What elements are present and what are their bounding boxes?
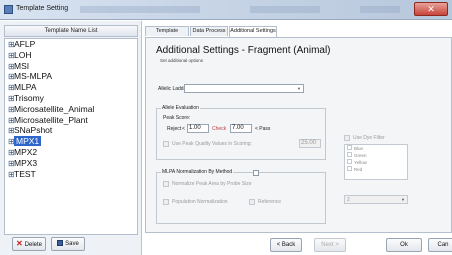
use-quality-checkbox[interactable] [163, 141, 169, 147]
reference-checkbox[interactable] [249, 199, 255, 205]
additional-settings-panel: Additional Settings - Fragment (Animal) … [145, 37, 452, 233]
reject-less-than: < [182, 126, 185, 132]
normalize-area-checkbox[interactable] [163, 181, 169, 187]
dye-filter-label: Use Dye Filter [353, 135, 385, 141]
page-title: Additional Settings - Fragment (Animal) [156, 45, 331, 56]
allele-evaluation-title: Allele Evaluation [161, 105, 200, 111]
tab-additional-settings[interactable]: Additional Settings [229, 26, 277, 37]
delete-button[interactable]: ✕ Delete [12, 237, 46, 251]
peak-score-label: Peak Score: [163, 115, 191, 121]
template-list-item[interactable]: ⊞Trisomy [5, 93, 137, 104]
save-button[interactable]: Save [51, 237, 85, 251]
template-label: LOH [14, 49, 32, 60]
window-title: Template Setting [16, 5, 69, 12]
mlpa-normalization-group: MLPA Normalization By Method Normalize P… [156, 169, 326, 224]
app-icon [4, 5, 13, 14]
back-button[interactable]: < Back [270, 238, 302, 252]
delete-x-icon: ✕ [15, 239, 23, 248]
tab-data-process[interactable]: Data Process [190, 26, 228, 36]
template-list-item[interactable]: ⊞LOH [5, 50, 137, 61]
left-button-bar: ✕ Delete Save [4, 237, 138, 253]
template-label: MLPA [14, 82, 37, 93]
template-list-item[interactable]: ⊞MPX2 [5, 147, 137, 158]
template-label: MPX2 [14, 146, 38, 157]
template-label: AFLP [14, 39, 36, 49]
chevron-down-icon: ▼ [401, 197, 405, 202]
template-list-item[interactable]: ⊞MPX3 [5, 158, 137, 169]
mlpa-normalization-title: MLPA Normalization By Method [161, 169, 234, 175]
template-list-item[interactable]: ⊞TEST [5, 169, 137, 180]
reject-score-input[interactable]: 1.00 [187, 124, 209, 133]
close-window-button[interactable]: ✕ [414, 2, 448, 16]
population-normalization-checkbox[interactable] [163, 199, 169, 205]
dye-list-item[interactable]: Green [345, 152, 407, 159]
dye-list-item[interactable]: Blue [345, 145, 407, 152]
save-button-label: Save [65, 241, 79, 247]
title-bar-blur [80, 6, 200, 13]
template-list-item[interactable]: ⊞Microsatellite_Animal [5, 104, 137, 115]
check-label: Check [212, 126, 227, 132]
page-subtitle: Set additional options [160, 58, 204, 63]
population-normalization-label: Population Normalization [172, 199, 228, 205]
next-button[interactable]: Next > [314, 238, 346, 252]
template-list-item[interactable]: ⊞AFLP [5, 39, 137, 50]
dye-list-item[interactable]: Yellow [345, 159, 407, 166]
ok-button[interactable]: Ok [386, 238, 422, 252]
chevron-down-icon: ▼ [297, 86, 301, 91]
template-list-item[interactable]: ⊞MPX1 [5, 136, 137, 147]
dye-list-item[interactable]: Red [345, 166, 407, 173]
template-label: TEST [14, 168, 36, 179]
cancel-button[interactable]: Can [428, 238, 452, 252]
template-label: MS-MLPA [14, 71, 53, 82]
template-list-panel: Template Name List ⊞AFLP ⊞LOH ⊞MSI ⊞MS-MLPA… [0, 21, 142, 255]
template-label: Microsatellite_Animal [14, 103, 95, 114]
reject-label: Reject [167, 126, 182, 132]
dye-list[interactable]: Blue Green Yellow Red [344, 144, 408, 180]
floppy-disk-icon [57, 240, 64, 246]
dye-count-dropdown[interactable]: 2 ▼ [344, 195, 408, 204]
template-label: MPX1 [14, 136, 42, 147]
pass-score-input[interactable]: 7.00 [230, 124, 252, 133]
template-label: Microsatellite_Plant [14, 114, 88, 125]
template-list-item[interactable]: ⊞MS-MLPA [5, 71, 137, 82]
template-label: SNaPshot [14, 125, 53, 136]
dye-filter-checkbox[interactable] [344, 135, 350, 141]
title-bar-blur [360, 6, 400, 13]
template-list[interactable]: ⊞AFLP ⊞LOH ⊞MSI ⊞MS-MLPA ⊞MLPA ⊞Trisomy ⊞Micro… [4, 38, 138, 235]
normalize-area-label: Normalize Peak Area by Probe Size [172, 181, 252, 187]
allelic-ladder-dropdown[interactable]: ▼ [184, 84, 304, 93]
template-list-header: Template Name List [4, 25, 138, 37]
pass-label: < Pass [255, 126, 271, 132]
tab-template-section[interactable]: Template Section [145, 26, 189, 43]
title-bar-blur [250, 6, 320, 13]
dye-count-value: 2 [347, 197, 350, 203]
title-bar: Template Setting ✕ [0, 0, 452, 20]
allele-evaluation-group: Allele Evaluation Peak Score: Reject < 1… [156, 105, 326, 160]
template-label: Trisomy [14, 92, 44, 103]
delete-button-label: Delete [24, 242, 43, 248]
quality-value-input[interactable]: 25.00 [299, 139, 321, 148]
use-quality-label: Use Peak Quality Values in Scoring: [172, 141, 252, 147]
template-list-item[interactable]: ⊞MSI [5, 61, 137, 72]
template-list-item[interactable]: ⊞Microsatellite_Plant [5, 115, 137, 126]
mlpa-normalization-checkbox[interactable] [253, 170, 259, 176]
reference-label: Reference [258, 199, 282, 205]
template-label: MSI [14, 60, 30, 71]
template-list-item[interactable]: ⊞MLPA [5, 82, 137, 93]
template-label: MPX3 [14, 157, 38, 168]
template-list-item[interactable]: ⊞SNaPshot [5, 125, 137, 136]
